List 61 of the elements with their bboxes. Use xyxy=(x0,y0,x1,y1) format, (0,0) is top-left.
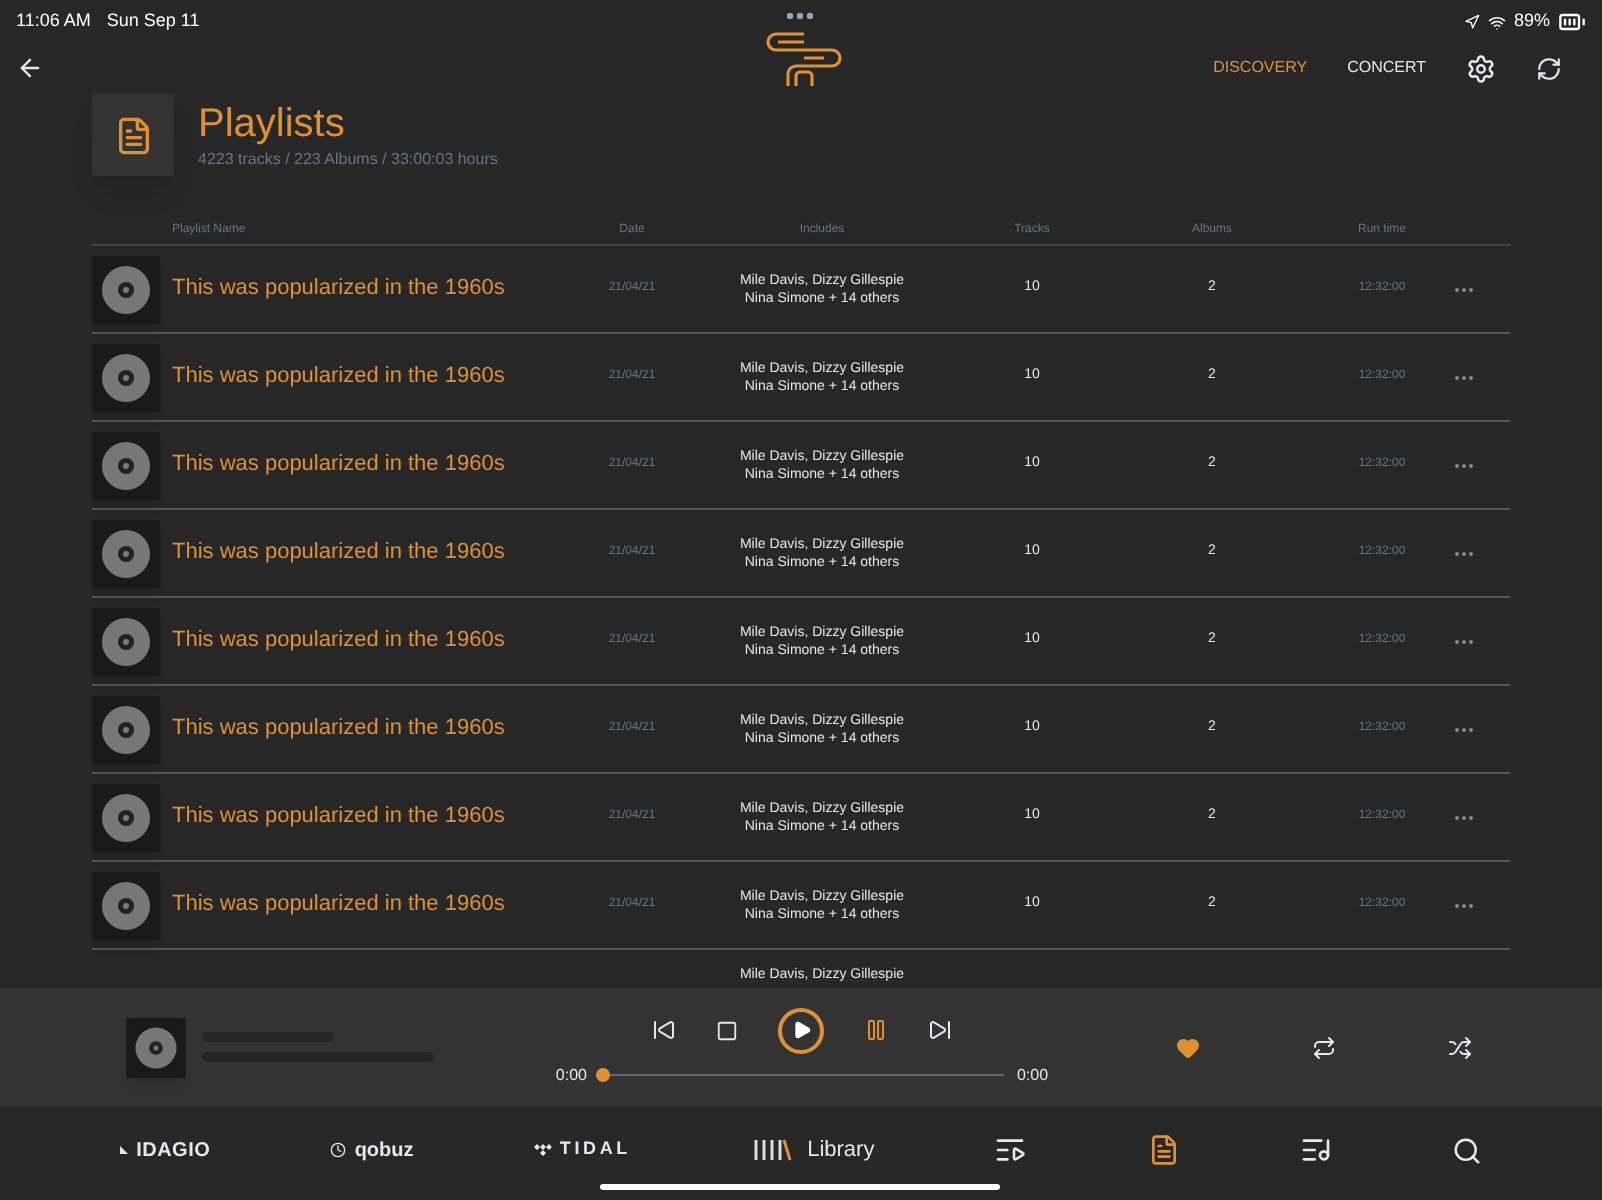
pause-icon[interactable] xyxy=(864,1018,888,1042)
battery-icon xyxy=(1558,8,1586,36)
music-list-icon xyxy=(1299,1134,1332,1166)
books-icon xyxy=(751,1138,792,1162)
playlist-icon xyxy=(113,115,153,155)
album-list-icon xyxy=(994,1134,1027,1166)
playlist-name[interactable]: This was popularized in the 1960s xyxy=(172,624,572,658)
shuffle-icon[interactable] xyxy=(1448,1035,1472,1059)
album-list-tab[interactable] xyxy=(994,1134,1027,1166)
album-thumbnail xyxy=(126,1017,186,1077)
playlist-tab[interactable] xyxy=(1147,1134,1180,1166)
play-button[interactable] xyxy=(778,1007,824,1053)
album-thumbnail xyxy=(92,695,160,763)
progress-thumb[interactable] xyxy=(595,1068,609,1082)
playlist-name[interactable]: This was popularized in the 1960s xyxy=(172,360,572,394)
album-thumbnail xyxy=(92,343,160,411)
diamonds-icon xyxy=(533,1144,552,1156)
page-title: Playlists xyxy=(198,99,347,147)
idagio-tab[interactable]: IDAGIO xyxy=(120,1135,211,1165)
repeat-icon[interactable] xyxy=(1312,1035,1336,1059)
tidal-tab[interactable]: TIDAL xyxy=(533,1136,631,1164)
nav-tab[interactable]: DISCOVERY xyxy=(1213,56,1308,80)
status-time: 11:06 AM xyxy=(16,8,91,35)
album-thumbnail xyxy=(92,255,160,323)
elapsed-time: 0:00 xyxy=(555,1063,587,1087)
next-icon[interactable] xyxy=(928,1018,952,1042)
search-icon xyxy=(1451,1135,1482,1165)
battery-percent: 89% xyxy=(1513,8,1550,35)
playlist-name[interactable]: This was popularized in the 1960s xyxy=(172,272,572,306)
heart-icon[interactable] xyxy=(1176,1035,1200,1059)
album-thumbnail xyxy=(92,783,160,851)
app-logo xyxy=(764,28,844,88)
playlist-name[interactable]: This was popularized in the 1960s xyxy=(172,712,572,746)
play-icon xyxy=(791,1020,811,1040)
search-tab[interactable] xyxy=(1451,1135,1482,1165)
stop-icon[interactable] xyxy=(716,1019,738,1041)
album-thumbnail xyxy=(92,431,160,499)
page-subtitle: 4223 tracks / 223 Albums / 33:00:03 hours xyxy=(198,147,498,171)
settings-icon[interactable] xyxy=(1466,53,1496,83)
arrow-mark-icon xyxy=(120,1146,129,1154)
location-icon xyxy=(1463,14,1480,30)
nav-tab[interactable]: CONCERT xyxy=(1347,56,1426,80)
album-thumbnail xyxy=(92,519,160,587)
clock-icon xyxy=(330,1142,347,1158)
multitask-dots-icon xyxy=(786,12,814,20)
sync-icon[interactable] xyxy=(1536,55,1562,81)
total-time: 0:00 xyxy=(1017,1063,1049,1087)
playlist-icon xyxy=(1147,1134,1180,1166)
wifi-icon xyxy=(1487,13,1506,31)
album-thumbnail xyxy=(92,607,160,675)
back-icon[interactable] xyxy=(16,54,44,82)
status-date: Sun Sep 11 xyxy=(106,8,200,35)
qobuz-tab[interactable]: qobuz xyxy=(330,1135,414,1165)
playlist-name[interactable]: This was popularized in the 1960s xyxy=(172,536,572,570)
album-thumbnail xyxy=(92,871,160,939)
library-tab[interactable]: Library xyxy=(751,1133,875,1167)
music-tab[interactable] xyxy=(1299,1134,1332,1166)
playlist-name[interactable]: This was popularized in the 1960s xyxy=(172,448,572,482)
playlist-name[interactable]: This was popularized in the 1960s xyxy=(172,800,572,834)
previous-icon[interactable] xyxy=(652,1018,676,1042)
playlist-name[interactable]: This was popularized in the 1960s xyxy=(172,888,572,922)
